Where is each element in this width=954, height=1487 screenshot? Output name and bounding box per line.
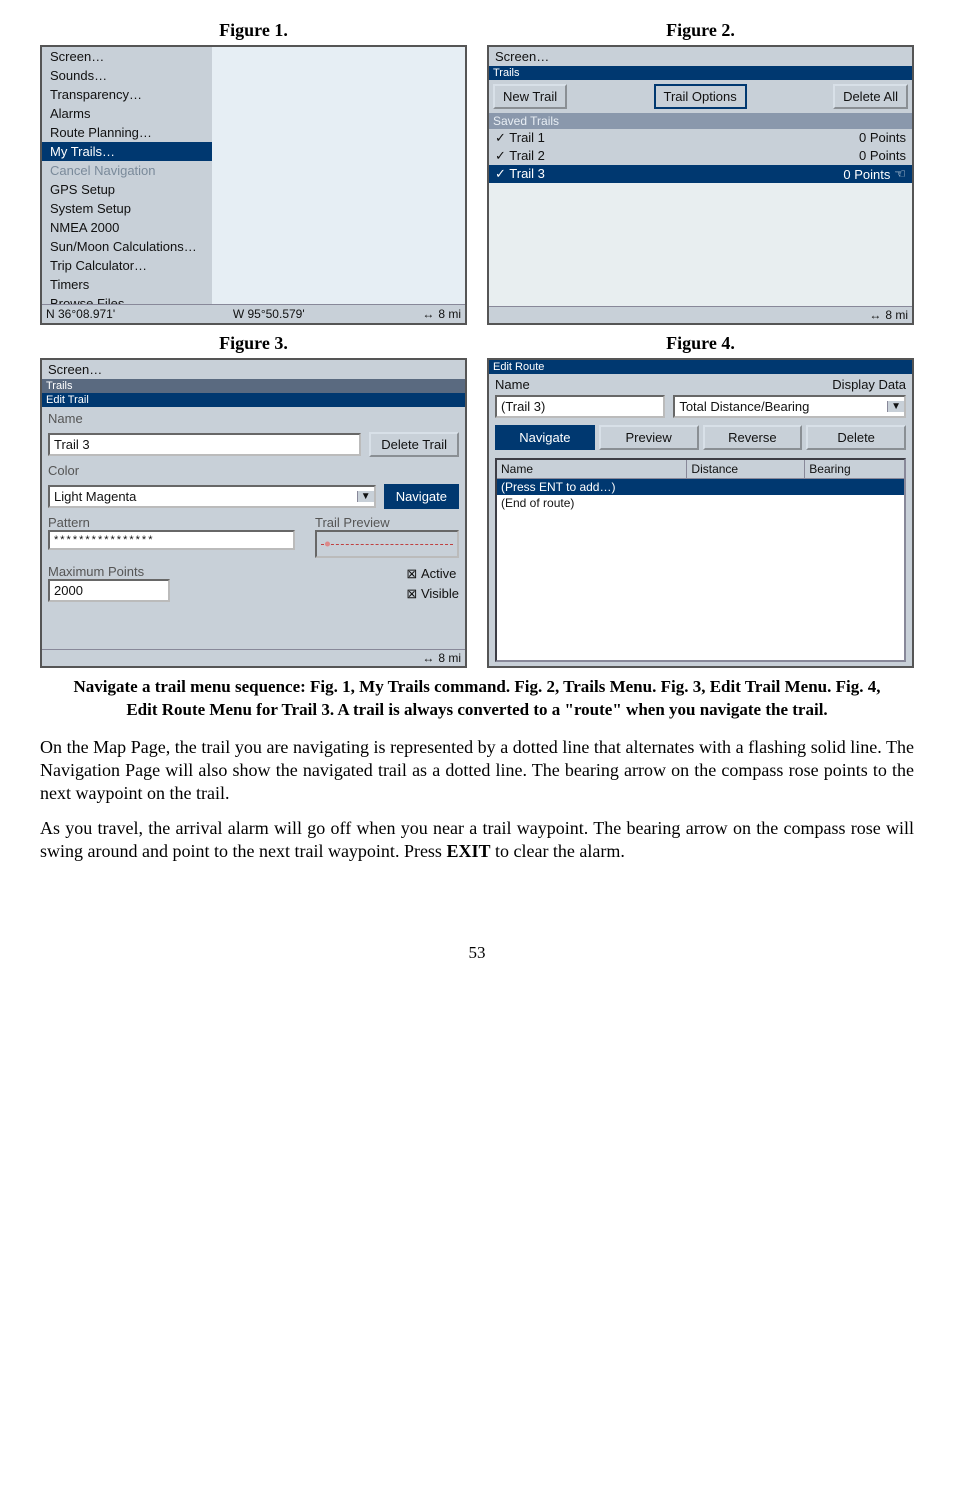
paragraph-2: As you travel, the arrival alarm will go… [40,817,914,863]
color-label: Color [48,463,459,478]
route-row-add[interactable]: (Press ENT to add…) [497,479,904,495]
name-label: Name [48,411,459,426]
new-trail-button[interactable]: New Trail [493,84,567,109]
preview-button[interactable]: Preview [599,425,699,450]
display-data-dropdown[interactable]: Total Distance/Bearing▼ [673,395,906,418]
arrow-icon: ↔ [422,307,434,321]
trail-row-1[interactable]: Trail 10 Points [489,129,912,147]
figure-3-screenshot: Screen… Trails Edit Trail Name Trail 3 D… [40,358,467,668]
trail-row-3[interactable]: Trail 3 0 Points ☜ [489,165,912,183]
trail-row-2[interactable]: Trail 20 Points [489,147,912,165]
delete-all-button[interactable]: Delete All [833,84,908,109]
active-checkbox[interactable]: Active [406,566,459,582]
fig3-screen[interactable]: Screen… [42,360,465,379]
fig3-trails-bar: Trails [42,379,465,393]
coord-dist: 8 mi [438,307,461,321]
trail-name-input[interactable]: Trail 3 [48,433,361,456]
delete-button[interactable]: Delete [806,425,906,450]
pattern-label: Pattern [48,515,295,530]
max-points-input[interactable]: 2000 [48,579,170,602]
trail-options-button[interactable]: Trail Options [654,84,747,109]
paragraph-1: On the Map Page, the trail you are navig… [40,736,914,805]
navigate-button[interactable]: Navigate [495,425,595,450]
figure-2-title: Figure 2. [666,20,735,41]
saved-trails-header: Saved Trails [489,113,912,129]
fig4-display-data-label: Display Data [832,377,906,392]
trail-preview [315,530,459,558]
coord-n: N 36°08.971' [46,307,115,321]
delete-trail-button[interactable]: Delete Trail [369,432,459,457]
page-number: 53 [40,943,914,963]
col-bearing: Bearing [805,460,904,478]
figure-4-title: Figure 4. [666,333,735,354]
hand-icon: ☜ [894,166,906,182]
col-name: Name [497,460,687,478]
fig4-name-label: Name [495,377,530,392]
reverse-button[interactable]: Reverse [703,425,803,450]
figure-3-title: Figure 3. [219,333,288,354]
visible-checkbox[interactable]: Visible [406,586,459,602]
figure-2-screenshot: Screen… Trails New Trail Trail Options D… [487,45,914,325]
max-points-label: Maximum Points [48,564,386,579]
pattern-input[interactable]: **************** [48,530,295,550]
figure-1-title: Figure 1. [219,20,288,41]
fig3-title-bar: Edit Trail [42,393,465,407]
arrow-icon: ↔ [869,308,881,322]
fig3-status-bar: ↔ 8 mi [42,649,465,666]
fig2-title-bar: Trails [489,66,912,80]
fig2-screen[interactable]: Screen… [489,47,912,66]
fig4-title-bar: Edit Route [489,360,912,374]
coord-w: W 95°50.579' [233,307,305,321]
fig2-status-bar: ↔ 8 mi [489,306,912,323]
trail-preview-label: Trail Preview [315,515,459,530]
color-dropdown[interactable]: Light Magenta▼ [48,485,376,508]
route-row-end: (End of route) [497,495,904,511]
route-name-input[interactable]: (Trail 3) [495,395,665,418]
figures-caption: Navigate a trail menu sequence: Fig. 1, … [60,676,894,722]
col-distance: Distance [687,460,805,478]
arrow-icon: ↔ [422,651,434,665]
coord-bar: N 36°08.971' W 95°50.579' ↔ 8 mi [42,304,465,323]
navigate-button[interactable]: Navigate [384,484,459,509]
figure-4-screenshot: Edit Route Name Display Data (Trail 3) T… [487,358,914,668]
route-table: Name Distance Bearing (Press ENT to add…… [495,458,906,662]
figure-1-screenshot: Screen… Sounds… Transparency… Alarms Rou… [40,45,467,325]
